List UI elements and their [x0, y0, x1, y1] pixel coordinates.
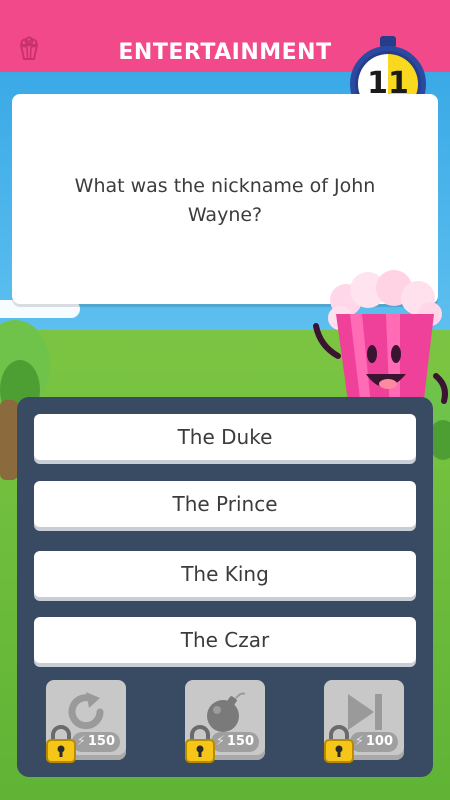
powerup-cost: ⚡ 150 — [71, 732, 120, 752]
answer-option-2[interactable]: The Prince — [34, 481, 416, 527]
powerup-cost: ⚡ 100 — [349, 732, 398, 752]
lock-icon — [324, 725, 354, 763]
question-text: What was the nickname of John Wayne? — [74, 175, 376, 226]
powerup-cost: ⚡ 150 — [210, 732, 259, 752]
lock-icon — [185, 725, 215, 763]
answer-option-3[interactable]: The King — [34, 551, 416, 597]
powerup-skip-button[interactable]: ⚡ 100 — [324, 680, 404, 763]
lightning-icon: ⚡ — [76, 734, 86, 749]
lock-icon — [46, 725, 76, 763]
powerup-refresh-button[interactable]: ⚡ 150 — [46, 680, 126, 763]
powerup-bomb-button[interactable]: ⚡ 150 — [185, 680, 265, 763]
answer-option-1[interactable]: The Duke — [34, 414, 416, 460]
lightning-icon: ⚡ — [215, 734, 225, 749]
answer-option-4[interactable]: The Czar — [34, 617, 416, 663]
lightning-icon: ⚡ — [354, 734, 364, 749]
tree-trunk — [0, 400, 18, 480]
